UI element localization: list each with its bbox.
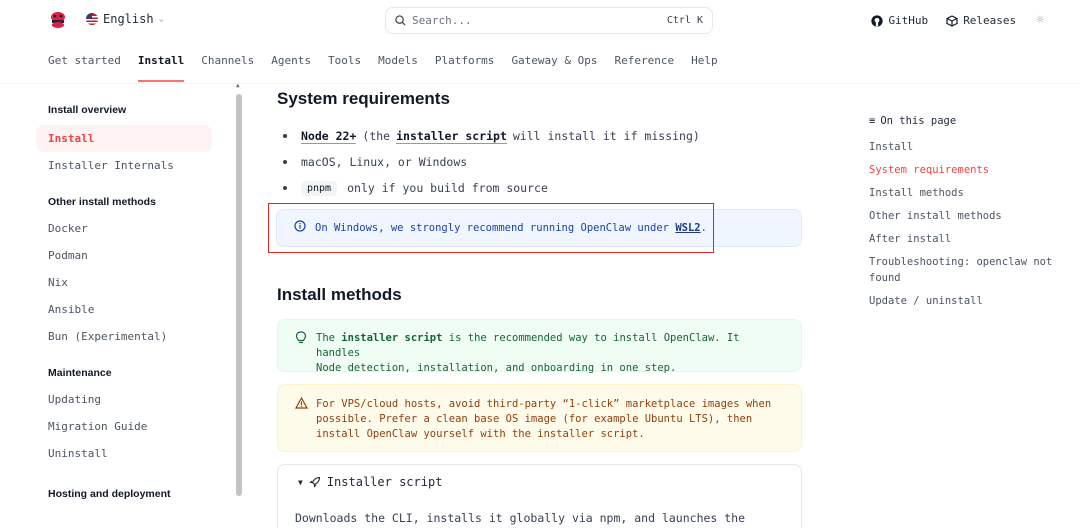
toc-item-update-uninstall[interactable]: Update / uninstall: [869, 293, 1069, 309]
bullet-text: only if you build from source: [347, 181, 548, 195]
triangle-down-icon: ▼: [298, 477, 303, 487]
sidebar-item-podman[interactable]: Podman: [36, 242, 216, 269]
installer-script-link[interactable]: installer script: [396, 129, 507, 144]
search-icon: [395, 15, 406, 26]
warn-line1: For VPS/cloud hosts, avoid third-party “…: [316, 398, 772, 410]
chevron-down-icon: ⌄: [158, 14, 164, 24]
top-bar: English ⌄ Search... Ctrl K GitHub Releas…: [0, 0, 1080, 42]
details-summary[interactable]: ▼ Installer script: [298, 475, 442, 489]
sidebar-item-installer-internals[interactable]: Installer Internals: [36, 152, 216, 179]
sidebar-item-uninstall[interactable]: Uninstall: [36, 440, 216, 467]
language-selector[interactable]: English ⌄: [86, 12, 164, 26]
toc-item-other-install-methods[interactable]: Other install methods: [869, 208, 1069, 224]
details-summary-label: Installer script: [326, 475, 443, 489]
us-flag-icon: [86, 13, 98, 25]
toc-item-install-methods[interactable]: Install methods: [869, 185, 1069, 201]
tab-help[interactable]: Help: [691, 52, 718, 82]
tab-models[interactable]: Models: [378, 52, 418, 82]
system-requirements-heading: System requirements: [277, 89, 450, 108]
tab-tools[interactable]: Tools: [328, 52, 361, 82]
warn-line3: install OpenClaw yourself with the insta…: [316, 428, 645, 440]
tip-bold: installer script: [341, 332, 443, 344]
details-body: Downloads the CLI, installs it globally …: [295, 511, 746, 525]
language-label: English: [103, 12, 154, 26]
package-icon: [946, 14, 958, 27]
sidebar-group-title: Install overview: [48, 104, 127, 116]
releases-link[interactable]: Releases: [946, 14, 1016, 27]
bullet-text: (the: [362, 129, 391, 143]
toc-title-label: On this page: [880, 115, 957, 127]
sun-icon[interactable]: ☼: [1036, 13, 1044, 28]
scroll-up-arrow-icon[interactable]: ▲: [236, 82, 240, 89]
node-link[interactable]: Node 22+: [301, 129, 357, 144]
toc-item-install[interactable]: Install: [869, 139, 1069, 155]
tab-reference[interactable]: Reference: [615, 52, 675, 82]
search-shortcut: Ctrl K: [666, 15, 703, 26]
sidebar-item-nix[interactable]: Nix: [36, 269, 216, 296]
sidebar-item-docker[interactable]: Docker: [36, 215, 216, 242]
bullet-dot: [283, 160, 287, 164]
sidebar-item-migration-guide[interactable]: Migration Guide: [36, 413, 216, 440]
sidebar-group-title: Other install methods: [48, 196, 156, 208]
sidebar-item-ansible[interactable]: Ansible: [36, 296, 216, 323]
tab-install[interactable]: Install: [137, 52, 185, 82]
toc-title: ≡ On this page: [869, 110, 1069, 132]
list-item: Node 22+ (the installer script will inst…: [283, 123, 700, 149]
tip-line2: Node detection, installation, and onboar…: [316, 362, 677, 374]
bullet-dot: [283, 134, 287, 138]
tab-agents[interactable]: Agents: [271, 52, 311, 82]
top-nav: Get started Install Channels Agents Tool…: [48, 52, 718, 82]
sidebar: Install overview Install Installer Inter…: [36, 88, 216, 506]
releases-label: Releases: [963, 14, 1017, 27]
list-item: macOS, Linux, or Windows: [283, 149, 700, 175]
tip-pre: The: [316, 332, 335, 344]
github-icon: [871, 14, 884, 27]
installer-script-details: ▼ Installer script Downloads the CLI, in…: [277, 464, 802, 528]
vps-warning-callout: For VPS/cloud hosts, avoid third-party “…: [277, 384, 802, 452]
search-box[interactable]: Search... Ctrl K: [385, 7, 713, 34]
bullet-text: will install it if missing): [512, 129, 700, 143]
sidebar-item-install[interactable]: Install: [36, 125, 212, 152]
lightbulb-icon: [294, 331, 308, 371]
github-label: GitHub: [888, 14, 929, 27]
openclaw-logo-icon[interactable]: [48, 10, 68, 30]
tab-channels[interactable]: Channels: [201, 52, 254, 82]
list-item: pnpm only if you build from source: [283, 175, 700, 201]
install-methods-heading: Install methods: [277, 285, 402, 304]
requirements-list: Node 22+ (the installer script will inst…: [283, 123, 700, 201]
sidebar-group-title: Hosting and deployment: [48, 488, 171, 500]
warn-line2: possible. Prefer a clean base OS image (…: [316, 413, 753, 425]
github-link[interactable]: GitHub: [871, 14, 928, 27]
sidebar-scrollbar[interactable]: [236, 94, 242, 496]
tip-text: The installer script is the recommended …: [316, 331, 785, 374]
toc-item-system-requirements[interactable]: System requirements: [869, 162, 1069, 178]
toc-item-troubleshooting[interactable]: Troubleshooting: openclaw not found: [869, 254, 1059, 286]
list-icon: ≡: [869, 115, 876, 127]
sidebar-item-updating[interactable]: Updating: [36, 386, 216, 413]
bullet-text: macOS, Linux, or Windows: [301, 155, 468, 169]
sidebar-item-bun[interactable]: Bun (Experimental): [36, 323, 216, 350]
tab-gateway-ops[interactable]: Gateway & Ops: [511, 52, 597, 82]
tab-get-started[interactable]: Get started: [48, 52, 121, 82]
pnpm-code: pnpm: [301, 180, 338, 196]
highlight-box: [268, 203, 714, 253]
installer-tip-callout: The installer script is the recommended …: [277, 319, 802, 374]
tab-platforms[interactable]: Platforms: [435, 52, 495, 82]
warning-text: For VPS/cloud hosts, avoid third-party “…: [316, 397, 771, 451]
search-placeholder: Search...: [412, 14, 472, 27]
bullet-dot: [283, 186, 287, 190]
toc-item-after-install[interactable]: After install: [869, 231, 1069, 247]
table-of-contents: ≡ On this page Install System requiremen…: [869, 110, 1069, 309]
rocket-icon: [309, 476, 320, 488]
nav-divider: [0, 83, 1080, 84]
warning-icon: [294, 396, 308, 451]
sidebar-group-title: Maintenance: [48, 367, 112, 379]
